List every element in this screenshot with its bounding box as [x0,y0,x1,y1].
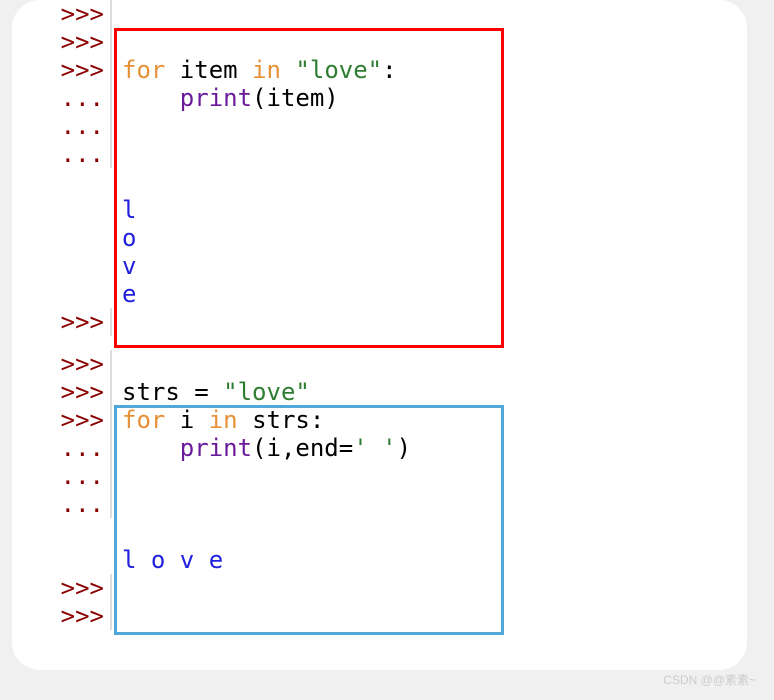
print-func: print [180,84,252,112]
prompt-secondary: ... [12,490,112,518]
for-keyword: for [122,56,165,84]
arg-i: i [267,434,281,462]
prompt-line: >>> [12,602,747,630]
lparen2: ( [252,434,266,462]
prompt-line: >>> [12,574,747,602]
equals: = [194,378,223,406]
code-container: >>> >>> >>> for item in "love": ... prin… [12,0,747,670]
colon: : [382,56,396,84]
blank-line [12,168,747,196]
print-statement: print(item) [112,84,339,112]
code-line-for: >>> for item in "love": [12,56,747,84]
prompt-primary: >>> [12,602,112,630]
end-kwarg: end [295,434,338,462]
code-line-for2: >>> for i in strs: [12,406,747,434]
prompt-primary: >>> [12,56,112,84]
output-e: e [122,280,136,308]
code-lines: >>> >>> >>> for item in "love": ... prin… [12,0,747,630]
output-love: l o v e [122,546,238,574]
prompt-primary: >>> [12,378,112,406]
comma: , [281,434,295,462]
prompt-secondary: ... [12,84,112,112]
for-statement2: for i in strs: [112,406,324,434]
prompt-line: >>> [12,308,747,336]
rparen: ) [324,84,338,112]
output-line: l [12,196,747,224]
prompt-line: ... [12,490,747,518]
prompt-primary: >>> [12,0,112,28]
prompt-secondary: ... [12,462,112,490]
output-line: o [12,224,747,252]
in-keyword2: in [209,406,238,434]
indent [122,84,180,112]
strs-var: strs [122,378,194,406]
indent2 [122,434,180,462]
string-love2: "love" [223,378,310,406]
prompt-primary: >>> [12,406,112,434]
output-line2: l o v e [12,546,747,574]
code-area: >>> >>> >>> for item in "love": ... prin… [12,0,747,630]
prompt-line: ... [12,462,747,490]
end-val: ' ' [353,434,396,462]
prompt-line: ... [12,140,747,168]
blank-line [12,518,747,546]
rparen2: ) [397,434,411,462]
print-arg: item [267,84,325,112]
output-l: l [122,196,136,224]
spacer [12,336,747,350]
string-love: "love" [281,56,382,84]
i-var: i [165,406,208,434]
output-o: o [122,224,136,252]
prompt-primary: >>> [12,574,112,602]
code-line-print2: ... print(i,end=' ') [12,434,747,462]
strs-ref: strs [238,406,310,434]
prompt-secondary: ... [12,140,112,168]
colon2: : [310,406,324,434]
output-v: v [122,252,136,280]
prompt-line: >>> [12,350,747,378]
prompt-secondary: ... [12,112,112,140]
prompt-line: >>> [12,0,747,28]
lparen: ( [252,84,266,112]
item-var: item [165,56,252,84]
in-keyword: in [252,56,281,84]
code-line-print: ... print(item) [12,84,747,112]
for-keyword2: for [122,406,165,434]
code-line-assign: >>> strs = "love" [12,378,747,406]
prompt-secondary: ... [12,434,112,462]
prompt-line: >>> [12,28,747,56]
equals2: = [339,434,353,462]
output-line: v [12,252,747,280]
prompt-primary: >>> [12,308,112,336]
prompt-primary: >>> [12,28,112,56]
for-statement: for item in "love": [112,56,397,84]
output-line: e [12,280,747,308]
prompt-primary: >>> [12,350,112,378]
prompt-line: ... [12,112,747,140]
print-func2: print [180,434,252,462]
watermark: CSDN @@素素~ [663,671,756,688]
assign-statement: strs = "love" [112,378,310,406]
print-statement2: print(i,end=' ') [112,434,411,462]
